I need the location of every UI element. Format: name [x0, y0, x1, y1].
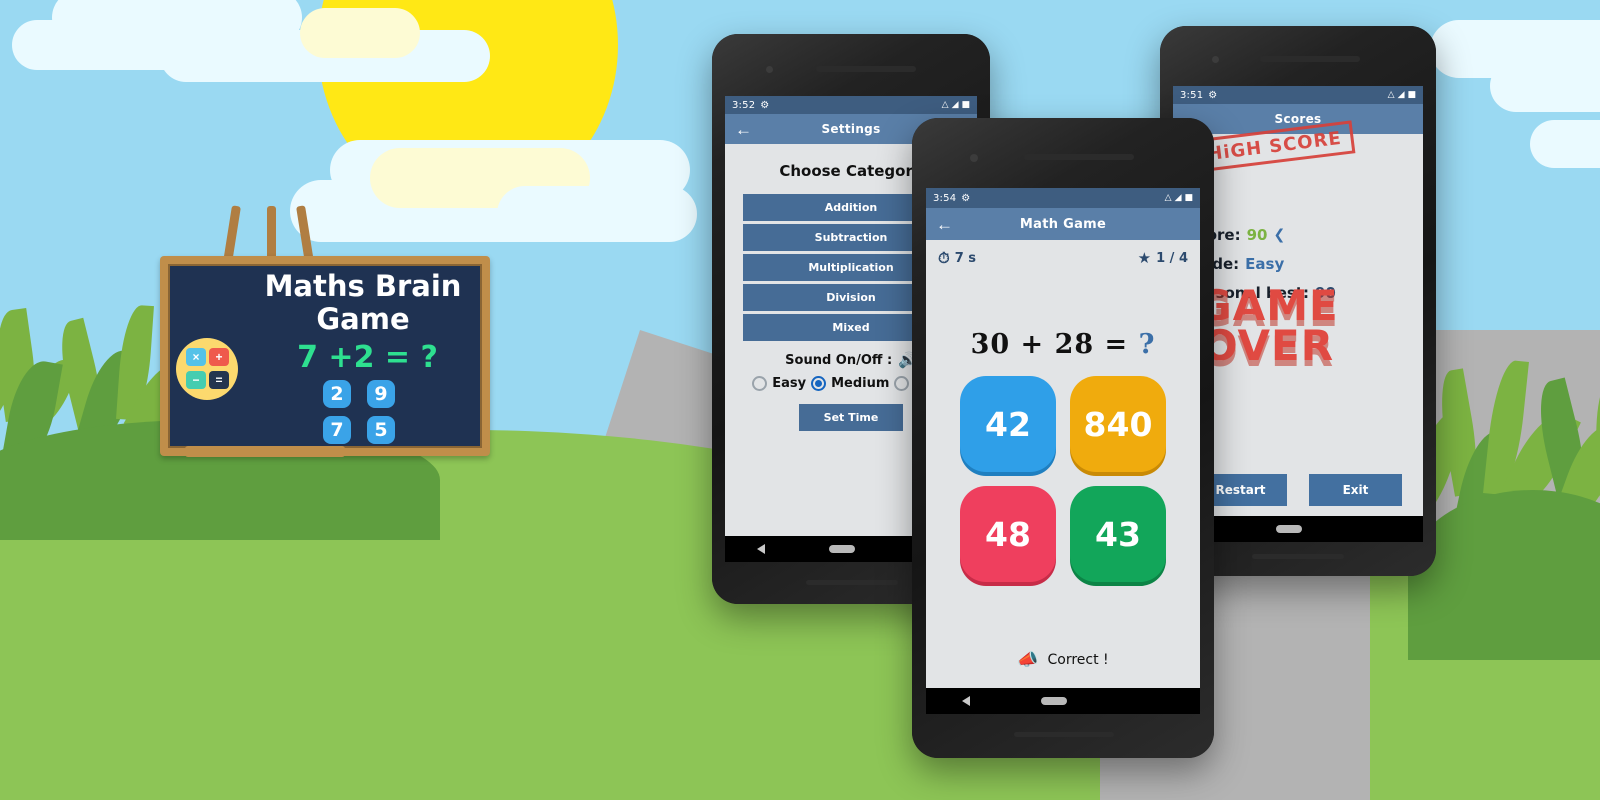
answer-tile-3[interactable]: 48	[960, 486, 1056, 582]
easel-tray	[185, 446, 345, 457]
bush-right	[1403, 358, 1600, 660]
exit-button[interactable]: Exit	[1309, 474, 1402, 506]
star-icon: ★	[1137, 249, 1152, 267]
megaphone-icon: 📣	[1017, 650, 1039, 670]
feedback-row: 📣 Correct !	[926, 650, 1200, 670]
signal-icon: ◢	[1174, 193, 1182, 203]
share-icon[interactable]: ❮	[1273, 227, 1285, 243]
nav-home-pill-icon[interactable]	[1275, 525, 1302, 533]
nav-back-icon[interactable]	[757, 544, 765, 554]
chalkboard-option[interactable]: 2	[323, 380, 351, 408]
cloud	[1490, 60, 1600, 112]
phone-game: 3:54 ⚙ △ ◢ ■ ← Math Game ⏱ 7 s ★ 1 / 4 3…	[912, 118, 1214, 758]
cloud	[1530, 120, 1600, 168]
radio-label-easy: Easy	[772, 376, 807, 391]
gear-icon: ⚙	[760, 99, 770, 111]
multiply-tile: ×	[186, 348, 206, 366]
chalkboard-option[interactable]: 9	[367, 380, 395, 408]
app-title: Maths Brain Game	[248, 270, 478, 336]
minus-tile: −	[186, 371, 206, 389]
timer: ⏱ 7 s	[938, 249, 976, 267]
nav-home-pill-icon[interactable]	[1040, 697, 1067, 705]
earpiece-speaker-icon	[1260, 56, 1360, 62]
mode-value: Easy	[1245, 255, 1285, 273]
signal-icon: ◢	[1397, 90, 1405, 100]
app-bar-title: Scores	[1274, 112, 1322, 126]
wifi-icon: △	[1164, 193, 1172, 203]
wifi-icon: △	[1387, 90, 1395, 100]
radio-label-medium: Medium	[831, 376, 890, 391]
fingerprint-sensor-icon	[1252, 554, 1344, 559]
score-progress: ★ 1 / 4	[1138, 249, 1188, 267]
status-time: 3:54	[933, 192, 957, 204]
app-title-line1: Maths Brain	[264, 269, 462, 303]
front-camera-icon	[970, 154, 978, 162]
app-bar-title: Math Game	[1019, 216, 1107, 232]
game-screen: 3:54 ⚙ △ ◢ ■ ← Math Game ⏱ 7 s ★ 1 / 4 3…	[926, 188, 1200, 714]
game-over-line2: OVER	[1201, 321, 1335, 370]
calculator-icon: × + − =	[176, 338, 238, 400]
back-arrow-icon[interactable]: ←	[936, 216, 953, 233]
game-over-text: GAME OVER	[1193, 285, 1343, 370]
answer-tile-2[interactable]: 840	[1070, 376, 1166, 472]
gear-icon: ⚙	[961, 192, 971, 204]
equation-expression: 30 + 28 =	[970, 329, 1129, 360]
status-bar: 3:51 ⚙ △ ◢ ■	[1173, 86, 1423, 104]
earpiece-speaker-icon	[1024, 154, 1134, 160]
radio-medium[interactable]	[811, 376, 827, 391]
mode-row: Mode: Easy	[1187, 255, 1423, 273]
gear-icon: ⚙	[1208, 89, 1218, 101]
chalkboard: Maths Brain Game 7 +2 = ? × + − = 2 9 7 …	[160, 256, 490, 457]
plus-tile: +	[209, 348, 229, 366]
fingerprint-sensor-icon	[1014, 732, 1114, 737]
cloud	[497, 186, 697, 242]
wifi-icon: △	[941, 100, 949, 110]
equals-tile: =	[209, 371, 229, 389]
battery-icon: ■	[961, 100, 970, 110]
signal-icon: ◢	[951, 100, 959, 110]
equation-unknown: ?	[1138, 329, 1156, 360]
battery-icon: ■	[1184, 193, 1193, 203]
radio-easy[interactable]	[752, 376, 768, 391]
answer-tile-1[interactable]: 42	[960, 376, 1056, 472]
score-progress-value: 1 / 4	[1156, 250, 1188, 266]
status-icons: △ ◢ ■	[1165, 193, 1193, 203]
chalkboard-equation: 7 +2 = ?	[297, 340, 438, 375]
front-camera-icon	[766, 66, 773, 73]
app-title-line2: Game	[316, 302, 410, 336]
fingerprint-sensor-icon	[806, 580, 898, 585]
back-arrow-icon[interactable]: ←	[735, 121, 752, 138]
android-nav-bar	[926, 688, 1200, 714]
status-icons: △ ◢ ■	[942, 100, 970, 110]
status-time: 3:51	[1180, 89, 1204, 101]
answer-tile-4[interactable]: 43	[1070, 486, 1166, 582]
set-time-button[interactable]: Set Time	[799, 404, 903, 431]
scene-root: Maths Brain Game 7 +2 = ? × + − = 2 9 7 …	[0, 0, 1600, 800]
chalkboard-option[interactable]: 7	[323, 416, 351, 444]
score-row: Score: 90 ❮	[1187, 226, 1423, 244]
battery-icon: ■	[1407, 90, 1416, 100]
cloud	[300, 8, 420, 58]
sound-label: Sound On/Off :	[785, 352, 893, 368]
status-time: 3:52	[732, 99, 756, 111]
game-hud: ⏱ 7 s ★ 1 / 4	[926, 240, 1200, 267]
score-value: 90	[1246, 226, 1268, 244]
chalkboard-option[interactable]: 5	[367, 416, 395, 444]
stopwatch-icon: ⏱	[938, 249, 950, 267]
earpiece-speaker-icon	[816, 66, 916, 72]
front-camera-icon	[1212, 56, 1219, 63]
nav-back-icon[interactable]	[961, 696, 970, 706]
status-bar: 3:52 ⚙ △ ◢ ■	[725, 96, 977, 114]
radio-hard[interactable]	[894, 376, 910, 391]
status-bar: 3:54 ⚙ △ ◢ ■	[926, 188, 1200, 208]
feedback-text: Correct !	[1047, 652, 1109, 668]
app-bar: ← Math Game	[926, 208, 1200, 240]
nav-home-pill-icon[interactable]	[829, 545, 855, 553]
status-icons: △ ◢ ■	[1388, 90, 1416, 100]
game-equation: 30 + 28 = ?	[926, 329, 1200, 360]
timer-value: 7 s	[954, 250, 977, 266]
answer-tiles: 42 840 48 43	[926, 376, 1200, 582]
